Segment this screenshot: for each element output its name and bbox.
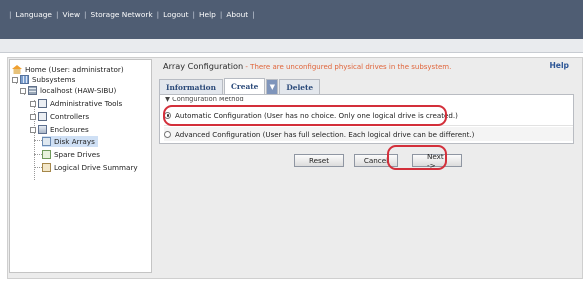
spare-drive-icon xyxy=(42,150,51,159)
nav-help[interactable]: Help xyxy=(199,10,216,19)
home-icon xyxy=(12,65,22,74)
toolbar-strip xyxy=(0,39,583,53)
tree-controllers-label: Controllers xyxy=(50,112,90,121)
tree-host-label: localhost (HAW-SIBU) xyxy=(40,86,117,95)
expand-icon[interactable] xyxy=(30,126,36,133)
help-link[interactable]: Help xyxy=(549,61,569,70)
collapse-icon[interactable] xyxy=(12,76,18,83)
collapse-icon[interactable] xyxy=(20,87,26,94)
tree-spare-drives[interactable]: Spare Drives xyxy=(42,149,100,160)
tree-controllers[interactable]: Controllers xyxy=(30,111,89,122)
tab-create[interactable]: Create xyxy=(223,78,266,94)
expand-icon[interactable] xyxy=(30,113,36,120)
tree-logical-drive-summary[interactable]: Logical Drive Summary xyxy=(42,162,138,173)
page-title-text: Array Configuration xyxy=(163,61,244,71)
tree-disk-arrays-label: Disk Arrays xyxy=(54,137,95,146)
top-navigation: | Language | View | Storage Network | Lo… xyxy=(9,10,255,19)
tree-logical-drive-summary-label: Logical Drive Summary xyxy=(54,163,138,172)
tab-information[interactable]: Information xyxy=(159,79,223,94)
main-panel: Array Configuration - There are unconfig… xyxy=(157,59,577,273)
tree-admin-tools[interactable]: Administrative Tools xyxy=(30,98,122,109)
logical-drive-icon xyxy=(42,163,51,172)
subsystems-icon xyxy=(20,75,29,84)
reset-button[interactable]: Reset xyxy=(294,154,344,167)
tree-home-label: Home (User: administrator) xyxy=(25,65,124,74)
navigation-tree: Home (User: administrator) Subsystems lo… xyxy=(9,59,152,273)
chevron-down-icon[interactable]: ▼ xyxy=(266,79,279,94)
disk-array-icon xyxy=(42,137,51,146)
option-advanced[interactable]: Advanced Configuration (User has full se… xyxy=(164,127,573,141)
tree-subsystems-label: Subsystems xyxy=(32,75,76,84)
tree-spare-drives-label: Spare Drives xyxy=(54,150,100,159)
radio-advanced[interactable] xyxy=(164,130,171,138)
controller-icon xyxy=(38,112,47,121)
page-title: Array Configuration - There are unconfig… xyxy=(163,61,451,71)
tree-admin-tools-label: Administrative Tools xyxy=(50,99,123,108)
tab-delete[interactable]: Delete xyxy=(279,79,321,94)
tab-bar: Information Create ▼ Delete xyxy=(159,78,321,94)
admin-tools-icon xyxy=(38,99,47,108)
option-advanced-label: Advanced Configuration (User has full se… xyxy=(175,129,475,139)
nav-language[interactable]: Language xyxy=(16,10,52,19)
nav-storage-network[interactable]: Storage Network xyxy=(91,10,153,19)
expand-icon[interactable] xyxy=(30,100,36,107)
highlight-next-button xyxy=(387,145,447,170)
tree-enclosures-label: Enclosures xyxy=(50,125,89,134)
highlight-automatic-option xyxy=(163,105,447,126)
tree-subsystems[interactable]: Subsystems xyxy=(12,74,75,85)
tree-enclosures[interactable]: Enclosures xyxy=(30,124,89,135)
tree-host[interactable]: localhost (HAW-SIBU) xyxy=(20,85,116,96)
nav-logout[interactable]: Logout xyxy=(163,10,188,19)
enclosure-icon xyxy=(38,125,47,134)
section-configuration-method[interactable]: ▼ Configuration Method xyxy=(165,97,244,103)
nav-view[interactable]: View xyxy=(62,10,80,19)
warning-message: - There are unconfigured physical drives… xyxy=(243,63,452,71)
nav-about[interactable]: About xyxy=(226,10,248,19)
tree-disk-arrays[interactable]: Disk Arrays xyxy=(42,136,98,147)
top-bar: | Language | View | Storage Network | Lo… xyxy=(0,0,583,39)
server-icon xyxy=(28,86,37,95)
